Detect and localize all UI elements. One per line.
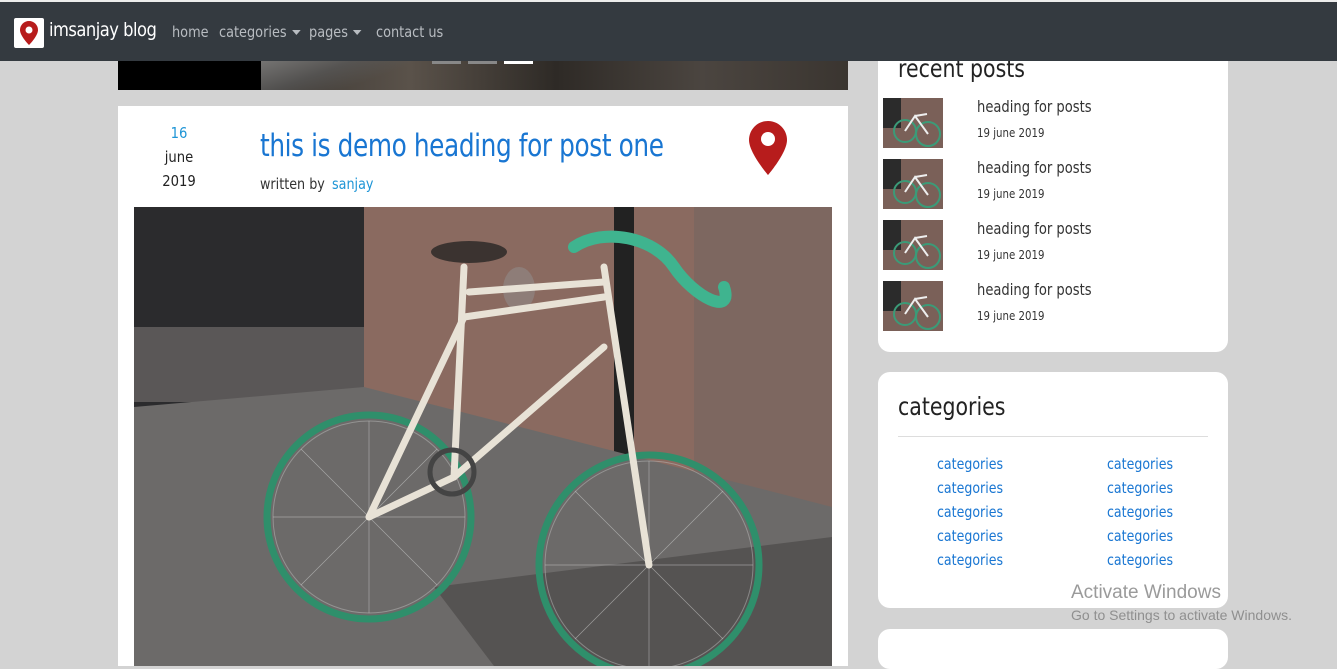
category-link[interactable]: categories [937,527,1003,545]
category-link[interactable]: categories [937,479,1003,497]
map-pin-icon [20,21,38,45]
map-pin-icon [749,121,787,175]
bicycle-thumbnail [883,159,943,209]
post-date-year: 2019 [162,172,196,190]
post-image[interactable] [134,207,832,666]
post-thumbnail[interactable] [883,159,943,209]
activate-windows-title: Activate Windows [1071,582,1221,603]
nav-pages-label: pages [309,23,348,41]
category-link[interactable]: categories [937,551,1003,569]
recent-post-item[interactable]: heading for posts 19 june 2019 [883,219,1223,272]
post-card: 16 june 2019 this is demo heading for po… [118,106,848,666]
recent-post-item[interactable]: heading for posts 19 june 2019 [883,280,1223,333]
bicycle-thumbnail [883,220,943,270]
nav-categories[interactable]: categories [219,23,301,41]
nav-contact-us[interactable]: contact us [376,23,443,41]
recent-post-item[interactable]: heading for posts 19 june 2019 [883,97,1223,150]
top-navbar: imsanjay blog home categories pages cont… [0,0,1337,61]
slider-indicator-active[interactable] [504,61,533,64]
category-link[interactable]: categories [1107,527,1173,545]
recent-post-title[interactable]: heading for posts [977,280,1092,299]
category-link[interactable]: categories [1107,455,1173,473]
nav-contact-label: contact us [376,23,444,41]
post-title[interactable]: this is demo heading for post one [260,128,664,164]
caret-down-icon [291,30,301,35]
bicycle-thumbnail [883,281,943,331]
brand-logo[interactable] [14,18,44,48]
slider-indicator[interactable] [432,61,461,64]
post-author-link[interactable]: sanjay [332,175,373,193]
categories-card: categories categories categories categor… [878,372,1228,608]
category-link[interactable]: categories [1107,551,1173,569]
hero-slider [118,61,848,90]
recent-post-item[interactable]: heading for posts 19 june 2019 [883,158,1223,211]
post-thumbnail[interactable] [883,98,943,148]
category-link[interactable]: categories [1107,479,1173,497]
bicycle-thumbnail [883,98,943,148]
nav-home-label: home [172,23,209,41]
post-date-day: 16 [170,124,188,142]
recent-post-date: 19 june 2019 [977,187,1045,201]
nav-categories-label: categories [219,23,287,41]
bicycle-photo [134,207,832,666]
activate-windows-subtitle: Go to Settings to activate Windows. [1071,607,1292,623]
slider-indicator[interactable] [468,61,497,64]
categories-heading: categories [898,392,1006,421]
recent-post-date: 19 june 2019 [977,248,1045,262]
divider [898,436,1208,437]
category-link[interactable]: categories [937,455,1003,473]
post-thumbnail[interactable] [883,220,943,270]
recent-post-title[interactable]: heading for posts [977,219,1092,238]
recent-posts-card: recent posts heading for posts 19 june 2… [878,50,1228,352]
nav-home[interactable]: home [172,23,209,41]
written-by-label: written by [260,175,325,193]
recent-post-date: 19 june 2019 [977,309,1045,323]
post-thumbnail[interactable] [883,281,943,331]
caret-down-icon [353,30,362,35]
category-link[interactable]: categories [1107,503,1173,521]
brand-name[interactable]: imsanjay blog [49,19,157,41]
post-date-month: june [164,148,194,166]
recent-post-date: 19 june 2019 [977,126,1045,140]
hero-image-fragment [261,61,411,90]
category-link[interactable]: categories [937,503,1003,521]
sidebar-card-partial [878,629,1228,669]
nav-pages[interactable]: pages [309,23,362,41]
recent-post-title[interactable]: heading for posts [977,158,1092,177]
recent-post-title[interactable]: heading for posts [977,97,1092,116]
